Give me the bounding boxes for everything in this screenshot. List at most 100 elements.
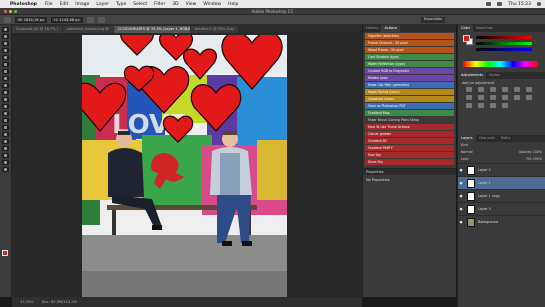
tab-history[interactable]: History (363, 25, 381, 32)
canvas-area[interactable]: LOVE (12, 33, 362, 299)
search-icon[interactable] (537, 2, 541, 6)
foreground-color-swatch[interactable] (463, 35, 470, 42)
action-item[interactable]: Water Reflection (type) (365, 61, 454, 67)
exposure-icon[interactable] (502, 87, 508, 92)
minimize-window-button[interactable] (9, 10, 12, 13)
eyedropper-tool-icon[interactable] (2, 62, 9, 67)
threshold-icon[interactable] (478, 103, 484, 108)
menu-help[interactable]: Help (228, 2, 238, 7)
visibility-eye-icon[interactable]: ● (458, 194, 464, 198)
dodge-tool-icon[interactable] (2, 118, 9, 123)
layer-name[interactable]: Layer 3 (478, 207, 491, 211)
action-item[interactable]: Sepia Toning (layer) (365, 89, 454, 95)
commit-transform-icon[interactable] (97, 16, 105, 23)
menu-file[interactable]: File (45, 2, 53, 7)
width-field[interactable]: W: 1634,16 px (15, 16, 48, 23)
blend-mode-select[interactable]: Normal (461, 149, 473, 156)
close-window-button[interactable] (4, 10, 7, 13)
healing-brush-tool-icon[interactable] (2, 69, 9, 74)
eraser-tool-icon[interactable] (2, 97, 9, 102)
workspace-select[interactable]: Essentials (421, 16, 445, 23)
history-brush-tool-icon[interactable] (2, 90, 9, 95)
path-select-tool-icon[interactable] (2, 139, 9, 144)
move-tool-icon[interactable] (2, 27, 9, 32)
action-item[interactable]: Hue Stp (365, 152, 454, 158)
tab-layers[interactable]: Layers (458, 135, 476, 142)
layer-name[interactable]: Background (478, 220, 498, 224)
cancel-transform-icon[interactable] (86, 16, 94, 23)
action-item[interactable]: Wood Frame - 50 pixel (365, 47, 454, 53)
menu-app[interactable]: Photoshop (10, 2, 37, 7)
tab-paths[interactable]: Paths (498, 135, 514, 142)
curves-icon[interactable] (490, 87, 496, 92)
shape-tool-icon[interactable] (2, 146, 9, 151)
selective-color-icon[interactable] (502, 103, 508, 108)
black-white-icon[interactable] (478, 95, 484, 100)
clock[interactable]: Thu 15:23 (508, 2, 531, 7)
action-item[interactable]: Save as Photoshop PDF (365, 103, 454, 109)
action-item[interactable]: Frame Channel - 50 pixel (365, 40, 454, 46)
clone-stamp-tool-icon[interactable] (2, 83, 9, 88)
green-slider[interactable] (476, 42, 532, 45)
menu-select[interactable]: Select (133, 2, 147, 7)
wifi-icon[interactable] (486, 2, 492, 6)
fill-field[interactable]: 100% (533, 157, 542, 161)
zoom-level[interactable]: 33,33% (20, 300, 34, 304)
action-item[interactable]: Corner gadder (365, 131, 454, 137)
action-item[interactable]: Gradient Map (365, 110, 454, 116)
opacity-field[interactable]: 100% (533, 150, 542, 154)
type-tool-icon[interactable] (2, 132, 9, 137)
brush-tool-icon[interactable] (2, 76, 9, 81)
height-field[interactable]: H: 1143,68 px (51, 16, 83, 23)
color-balance-icon[interactable] (466, 95, 472, 100)
vibrance-icon[interactable] (514, 87, 520, 92)
gradient-tool-icon[interactable] (2, 104, 9, 109)
hand-tool-icon[interactable] (2, 153, 9, 158)
posterize-icon[interactable] (466, 103, 472, 108)
action-item[interactable]: Custom RGB to Grayscale (365, 68, 454, 74)
menu-window[interactable]: Window (203, 2, 221, 7)
move-tool-icon[interactable] (4, 16, 11, 23)
levels-icon[interactable] (478, 87, 484, 92)
extras-tool-icon[interactable] (2, 167, 9, 172)
action-item[interactable]: Cast Shadow (type) (365, 54, 454, 60)
menu-3d[interactable]: 3D (172, 2, 178, 7)
layer-row[interactable]: ● Layer 1 (458, 176, 545, 189)
action-item[interactable]: Make Clip Path (selection) (365, 82, 454, 88)
tab-document-2[interactable]: valentine_hearts.png @ (63, 26, 113, 33)
layer-row[interactable]: ● Background (458, 215, 545, 228)
tab-actions[interactable]: Actions (381, 25, 401, 32)
pen-tool-icon[interactable] (2, 125, 9, 130)
action-item[interactable]: Gradient PARTY (365, 145, 454, 151)
marquee-tool-icon[interactable] (2, 34, 9, 39)
channel-mixer-icon[interactable] (502, 95, 508, 100)
tab-channels[interactable]: Channels (476, 135, 498, 142)
action-item[interactable]: Dune Stp (365, 159, 454, 165)
menu-filter[interactable]: Filter (154, 2, 165, 7)
layer-name[interactable]: Layer 1 copy (478, 194, 500, 198)
layer-row[interactable]: ● Layer 1 copy (458, 189, 545, 202)
tab-document-1[interactable]: Snapchat_62 @ 16,7% ( (12, 26, 62, 33)
tab-color[interactable]: Color (458, 25, 474, 32)
gradient-map-icon[interactable] (490, 103, 496, 108)
tab-styles[interactable]: Styles (486, 72, 503, 79)
menu-view[interactable]: View (186, 2, 197, 7)
menu-type[interactable]: Type (116, 2, 126, 7)
action-item[interactable]: Quadrant Colors (365, 96, 454, 102)
lasso-tool-icon[interactable] (2, 41, 9, 46)
tab-adjustments[interactable]: Adjustments (458, 72, 486, 79)
layer-name[interactable]: Layer 1 (478, 181, 491, 185)
blur-tool-icon[interactable] (2, 111, 9, 116)
action-item[interactable]: How To Use These Actions (365, 124, 454, 130)
tab-document-active[interactable]: CC2015HEARTS @ 33,3% (Layer 1, RGB/8*) (113, 26, 190, 33)
action-item[interactable]: Vignette (selection) (365, 33, 454, 39)
zoom-window-button[interactable] (14, 10, 17, 13)
visibility-eye-icon[interactable]: ● (458, 220, 464, 224)
action-item[interactable]: Molten Lead (365, 75, 454, 81)
layer-name[interactable]: Layer 2 (478, 168, 491, 172)
color-lookup-icon[interactable] (514, 95, 520, 100)
hue-saturation-icon[interactable] (526, 87, 532, 92)
canvas-image[interactable]: LOVE (82, 35, 287, 299)
action-item[interactable]: Mixer Brush Cloning Paint Setup (365, 117, 454, 123)
color-spectrum[interactable] (463, 61, 538, 67)
